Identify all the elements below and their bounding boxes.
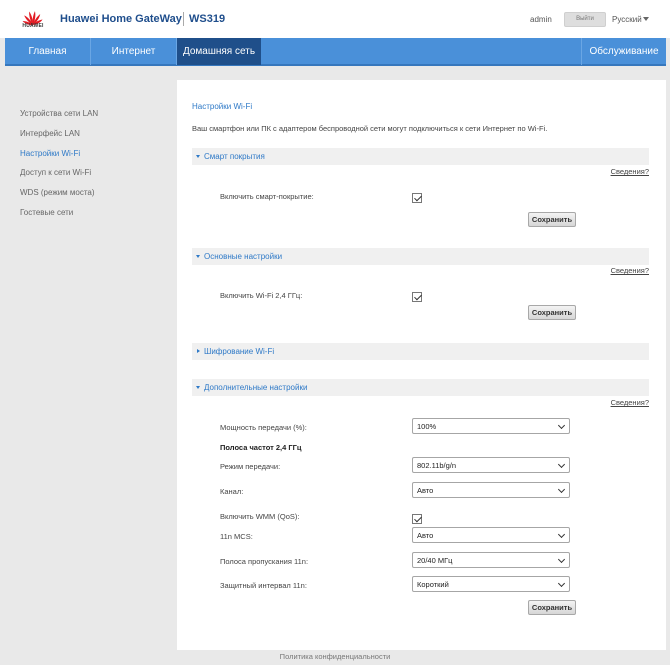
section-smart-coverage[interactable]: Смарт покрытия bbox=[192, 148, 649, 165]
section-basic-settings[interactable]: Основные настройки bbox=[192, 248, 649, 265]
nav-home-network[interactable]: Домашняя сеть bbox=[177, 38, 261, 65]
sidebar-item-lan-devices[interactable]: Устройства сети LAN bbox=[20, 109, 98, 118]
wifi-enable-label: Включить Wi-Fi 2,4 ГГц: bbox=[220, 291, 303, 300]
chevron-down-icon bbox=[557, 485, 566, 494]
model-name: WS319 bbox=[189, 13, 226, 25]
section-advanced-settings[interactable]: Дополнительные настройки bbox=[192, 379, 649, 396]
details-link[interactable]: Сведения? bbox=[611, 398, 649, 407]
chevron-down-icon bbox=[557, 460, 566, 469]
save-button[interactable]: Сохранить bbox=[528, 212, 576, 227]
select-value: 802.11b/g/n bbox=[417, 461, 457, 470]
select-value: 20/40 МГц bbox=[417, 556, 453, 565]
channel-label: Канал: bbox=[220, 487, 244, 496]
chevron-down-icon bbox=[196, 155, 200, 158]
user-name: admin bbox=[530, 15, 552, 24]
details-link[interactable]: Сведения? bbox=[611, 266, 649, 275]
page-title: Настройки Wi-Fi bbox=[192, 102, 253, 111]
nav-home[interactable]: Главная bbox=[5, 38, 90, 65]
section-title: Основные настройки bbox=[204, 252, 283, 261]
save-button[interactable]: Сохранить bbox=[528, 305, 576, 320]
smart-coverage-checkbox[interactable] bbox=[412, 193, 422, 203]
chevron-down-icon bbox=[557, 555, 566, 564]
chevron-down-icon bbox=[557, 530, 566, 539]
select-value: Короткий bbox=[417, 580, 449, 589]
chevron-down-icon bbox=[557, 579, 566, 588]
sidebar-item-wifi-settings[interactable]: Настройки Wi-Fi bbox=[20, 149, 80, 158]
select-value: 100% bbox=[417, 422, 437, 431]
select-value: Авто bbox=[417, 531, 434, 540]
section-encryption[interactable]: Шифрование Wi-Fi bbox=[192, 343, 649, 360]
section-title: Шифрование Wi-Fi bbox=[204, 347, 275, 356]
smart-coverage-label: Включить смарт-покрытие: bbox=[220, 192, 314, 201]
main-content: Настройки Wi-Fi Ваш смартфон или ПК с ад… bbox=[177, 80, 666, 650]
page-description: Ваш смартфон или ПК с адаптером беспрово… bbox=[192, 124, 548, 133]
logo-text: HUAWEI bbox=[22, 23, 44, 29]
product-name: Huawei Home GateWay bbox=[60, 13, 182, 25]
section-title: Смарт покрытия bbox=[204, 152, 265, 161]
guard-interval-label: Защитный интервал 11n: bbox=[220, 581, 307, 590]
tx-power-select[interactable]: 100% bbox=[412, 418, 570, 434]
privacy-link[interactable]: Политика конфиденциальности bbox=[0, 652, 670, 661]
chevron-down-icon bbox=[557, 421, 566, 430]
header: HUAWEI Huawei Home GateWay WS319 admin В… bbox=[0, 0, 670, 38]
huawei-logo-icon bbox=[22, 11, 43, 26]
save-button[interactable]: Сохранить bbox=[528, 600, 576, 615]
bandwidth-label: Полоса пропускания 11n: bbox=[220, 557, 309, 566]
section-title: Дополнительные настройки bbox=[204, 383, 308, 392]
bandwidth-select[interactable]: 20/40 МГц bbox=[412, 552, 570, 568]
sidebar-item-wifi-access[interactable]: Доступ к сети Wi-Fi bbox=[20, 168, 91, 177]
sidebar-item-wds[interactable]: WDS (режим моста) bbox=[20, 188, 95, 197]
guard-interval-select[interactable]: Короткий bbox=[412, 576, 570, 592]
sidebar: Устройства сети LAN Интерфейс LAN Настро… bbox=[5, 80, 177, 650]
wmm-checkbox[interactable] bbox=[412, 514, 422, 524]
details-link[interactable]: Сведения? bbox=[611, 167, 649, 176]
chevron-down-icon bbox=[196, 255, 200, 258]
header-divider bbox=[183, 12, 184, 26]
sidebar-item-guest-networks[interactable]: Гостевые сети bbox=[20, 208, 73, 217]
sidebar-item-lan-interface[interactable]: Интерфейс LAN bbox=[20, 129, 80, 138]
tx-power-label: Мощность передачи (%): bbox=[220, 423, 307, 432]
wmm-label: Включить WMM (QoS): bbox=[220, 512, 300, 521]
chevron-down-icon bbox=[196, 386, 200, 389]
language-select[interactable]: Русский bbox=[612, 15, 642, 24]
channel-select[interactable]: Авто bbox=[412, 482, 570, 498]
wifi-enable-checkbox[interactable] bbox=[412, 292, 422, 302]
logout-button[interactable]: Выйти bbox=[564, 12, 606, 27]
mode-label: Режим передачи: bbox=[220, 462, 281, 471]
nav-internet[interactable]: Интернет bbox=[91, 38, 176, 65]
main-nav: Главная Интернет Домашняя сеть Обслужива… bbox=[5, 38, 666, 66]
mcs-label: 11n MCS: bbox=[220, 532, 253, 541]
band-heading: Полоса частот 2,4 ГГц bbox=[220, 443, 302, 452]
mcs-select[interactable]: Авто bbox=[412, 527, 570, 543]
chevron-right-icon bbox=[197, 348, 200, 353]
select-value: Авто bbox=[417, 486, 434, 495]
mode-select[interactable]: 802.11b/g/n bbox=[412, 457, 570, 473]
chevron-down-icon[interactable] bbox=[643, 17, 649, 21]
nav-maintenance[interactable]: Обслуживание bbox=[582, 38, 666, 65]
